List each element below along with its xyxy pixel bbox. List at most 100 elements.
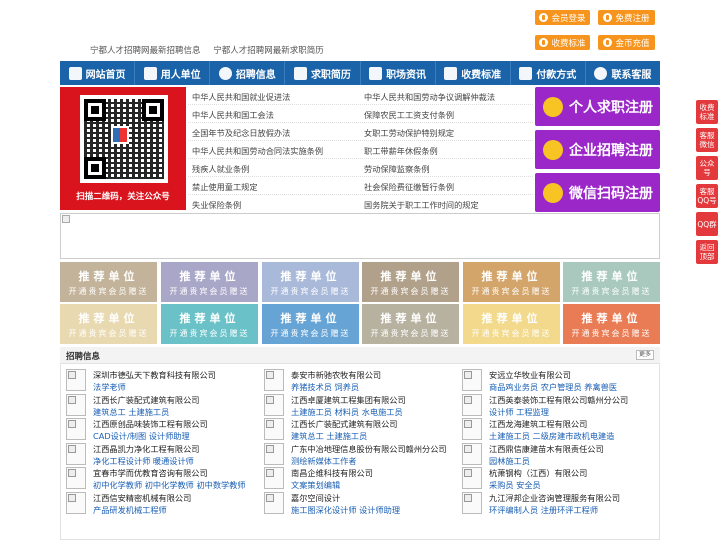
job-positions[interactable]: 园林施工员	[489, 455, 530, 467]
law-link[interactable]: 禁止使用童工规定	[192, 181, 258, 193]
company-register-button[interactable]: 企业招聘注册	[535, 130, 660, 169]
personal-register-button[interactable]: 个人求职注册	[535, 87, 660, 126]
company-name[interactable]: 江西晶凯力净化工程有限公司	[93, 443, 199, 455]
law-link[interactable]: 失业保险条例	[192, 199, 241, 211]
company-name[interactable]: 宜春市学而优教育咨询有限公司	[93, 467, 208, 479]
job-positions[interactable]: 施工图深化设计师 设计师助理	[291, 504, 400, 516]
side-wechat[interactable]: 客服微信	[696, 128, 718, 152]
recommend-tile[interactable]: 推荐单位 开通贵宾会员赠送	[161, 304, 258, 344]
company-name[interactable]: 江西龙海建筑工程有限公司	[489, 418, 587, 430]
job-listing[interactable]: 江西晶凯力净化工程有限公司 净化工程设计师 暖通设计师	[66, 442, 256, 468]
law-link[interactable]: 中华人民共和国劳动合同法实施条例	[192, 145, 323, 157]
job-listing[interactable]: 安远立华牧业有限公司 商品鸡业务员 农户管理员 养禽兽医	[462, 368, 652, 394]
link-latest-jobs[interactable]: 宁都人才招聘网最新招聘信息	[90, 46, 201, 56]
recommend-tile[interactable]: 推荐单位 开通贵宾会员赠送	[262, 262, 359, 302]
company-name[interactable]: 深圳市德弘天下教育科技有限公司	[93, 369, 216, 381]
job-listing[interactable]: 江西龙海建筑工程有限公司 土建施工员 二级房建市政机电建造	[462, 417, 652, 443]
job-listing[interactable]: 深圳市德弘天下教育科技有限公司 法学老师	[66, 368, 256, 394]
job-listing[interactable]: 江西原创品味装饰工程有限公司 CAD设计/制图 设计师助理	[66, 417, 256, 443]
nav-jobs[interactable]: 招聘信息	[210, 61, 286, 85]
law-link[interactable]: 中华人民共和国劳动争议调解仲裁法	[364, 91, 495, 103]
law-link[interactable]: 社会保险费征缴暂行条例	[364, 181, 454, 193]
job-positions[interactable]: 设计师 工程监理	[489, 406, 549, 418]
nav-support[interactable]: 联系客服	[586, 61, 660, 85]
job-positions[interactable]: CAD设计/制图 设计师助理	[93, 430, 190, 442]
job-positions[interactable]: 测绘新媒体工作者	[291, 455, 357, 467]
ad-banner[interactable]	[60, 213, 660, 259]
law-link[interactable]: 劳动保障监察条例	[364, 163, 430, 175]
job-positions[interactable]: 法学老师	[93, 381, 126, 393]
job-positions[interactable]: 采购员 安全员	[489, 479, 541, 491]
job-positions[interactable]: 初中化学教师 初中化学教师 初中数学教师	[93, 479, 246, 491]
job-listing[interactable]: 江西信安精密机械有限公司 产品研发机械工程师	[66, 491, 256, 517]
nav-pricing[interactable]: 收费标准	[436, 61, 511, 85]
recommend-tile[interactable]: 推荐单位 开通贵宾会员赠送	[563, 304, 660, 344]
link-latest-resumes[interactable]: 宁都人才招聘网最新求职简历	[213, 46, 324, 56]
job-listing[interactable]: 泰安市新驰农牧有限公司 养猪技术员 饲养员	[264, 368, 454, 394]
register-button[interactable]: 免费注册	[598, 10, 655, 25]
company-name[interactable]: 江西英泰装饰工程有限公司赣州分公司	[489, 394, 628, 406]
job-listing[interactable]: 九江浔邦企业咨询管理服务有限公司 环评编制人员 注册环评工程师	[462, 491, 652, 517]
recommend-tile[interactable]: 推荐单位 开通贵宾会员赠送	[60, 262, 157, 302]
recommend-tile[interactable]: 推荐单位 开通贵宾会员赠送	[463, 262, 560, 302]
job-listing[interactable]: 江西长广装配式建筑有限公司 建筑总工 土建施工员	[264, 417, 454, 443]
law-link[interactable]: 中华人民共和国工会法	[192, 109, 274, 121]
company-name[interactable]: 杭萧钢构（江西）有限公司	[489, 467, 587, 479]
law-link[interactable]: 职工带薪年休假条例	[364, 145, 438, 157]
job-positions[interactable]: 产品研发机械工程师	[93, 504, 167, 516]
company-name[interactable]: 江西长广装配式建筑有限公司	[93, 394, 199, 406]
job-listing[interactable]: 江西卓厦建筑工程集团有限公司 土建施工员 材料员 水电施工员	[264, 393, 454, 419]
side-back-to-top[interactable]: 返回顶部	[696, 240, 718, 264]
job-positions[interactable]: 土建施工员 二级房建市政机电建造	[489, 430, 614, 442]
recommend-tile[interactable]: 推荐单位 开通贵宾会员赠送	[563, 262, 660, 302]
job-listing[interactable]: 嘉尔空间设计 施工图深化设计师 设计师助理	[264, 491, 454, 517]
company-name[interactable]: 江西卓厦建筑工程集团有限公司	[291, 394, 406, 406]
law-link[interactable]: 残疾人就业条例	[192, 163, 249, 175]
company-name[interactable]: 江西原创品味装饰工程有限公司	[93, 418, 208, 430]
recommend-tile[interactable]: 推荐单位 开通贵宾会员赠送	[362, 304, 459, 344]
wechat-register-button[interactable]: 微信扫码注册	[535, 173, 660, 212]
job-listing[interactable]: 宜春市学而优教育咨询有限公司 初中化学教师 初中化学教师 初中数学教师	[66, 466, 256, 492]
company-name[interactable]: 安远立华牧业有限公司	[489, 369, 571, 381]
job-positions[interactable]: 建筑总工 土建施工员	[291, 430, 367, 442]
company-name[interactable]: 广东中冶地理信息股份有限公司赣州分公司	[291, 443, 447, 455]
nav-payment[interactable]: 付款方式	[511, 61, 586, 85]
nav-resumes[interactable]: 求职简历	[285, 61, 361, 85]
company-name[interactable]: 九江浔邦企业咨询管理服务有限公司	[489, 492, 620, 504]
job-positions[interactable]: 土建施工员 材料员 水电施工员	[291, 406, 403, 418]
recommend-tile[interactable]: 推荐单位 开通贵宾会员赠送	[362, 262, 459, 302]
job-listing[interactable]: 杭萧钢构（江西）有限公司 采购员 安全员	[462, 466, 652, 492]
nav-news[interactable]: 职场资讯	[361, 61, 436, 85]
company-name[interactable]: 南昌企维科技有限公司	[291, 467, 373, 479]
company-name[interactable]: 嘉尔空间设计	[291, 492, 340, 504]
job-listing[interactable]: 江西鼎信康建苗木有限责任公司 园林施工员	[462, 442, 652, 468]
law-link[interactable]: 保障农民工工资支付条例	[364, 109, 454, 121]
side-pricing[interactable]: 收费标准	[696, 100, 718, 124]
side-official-account[interactable]: 公众号	[696, 156, 718, 180]
job-listing[interactable]: 广东中冶地理信息股份有限公司赣州分公司 测绘新媒体工作者	[264, 442, 454, 468]
pricing-button[interactable]: 收费标准	[535, 35, 590, 50]
login-button[interactable]: 会员登录	[535, 10, 590, 25]
job-positions[interactable]: 商品鸡业务员 农户管理员 养禽兽医	[489, 381, 617, 393]
recommend-tile[interactable]: 推荐单位 开通贵宾会员赠送	[463, 304, 560, 344]
company-name[interactable]: 江西信安精密机械有限公司	[93, 492, 191, 504]
law-link[interactable]: 中华人民共和国就业促进法	[192, 91, 290, 103]
job-listing[interactable]: 南昌企维科技有限公司 文案策划编辑	[264, 466, 454, 492]
job-positions[interactable]: 环评编制人员 注册环评工程师	[489, 504, 598, 516]
recommend-tile[interactable]: 推荐单位 开通贵宾会员赠送	[60, 304, 157, 344]
side-qq-group[interactable]: QQ群	[696, 212, 718, 236]
job-positions[interactable]: 净化工程设计师 暖通设计师	[93, 455, 194, 467]
company-name[interactable]: 泰安市新驰农牧有限公司	[291, 369, 381, 381]
company-name[interactable]: 江西长广装配式建筑有限公司	[291, 418, 397, 430]
job-positions[interactable]: 建筑总工 土建施工员	[93, 406, 169, 418]
more-button[interactable]: 更多	[636, 350, 654, 360]
company-name[interactable]: 江西鼎信康建苗木有限责任公司	[489, 443, 604, 455]
nav-employers[interactable]: 用人单位	[135, 61, 211, 85]
recommend-tile[interactable]: 推荐单位 开通贵宾会员赠送	[262, 304, 359, 344]
job-listing[interactable]: 江西英泰装饰工程有限公司赣州分公司 设计师 工程监理	[462, 393, 652, 419]
law-link[interactable]: 女职工劳动保护特别规定	[364, 127, 454, 139]
nav-home[interactable]: 网站首页	[60, 61, 136, 85]
job-listing[interactable]: 江西长广装配式建筑有限公司 建筑总工 土建施工员	[66, 393, 256, 419]
side-qq[interactable]: 客服QQ号	[696, 184, 718, 208]
job-positions[interactable]: 文案策划编辑	[291, 479, 340, 491]
